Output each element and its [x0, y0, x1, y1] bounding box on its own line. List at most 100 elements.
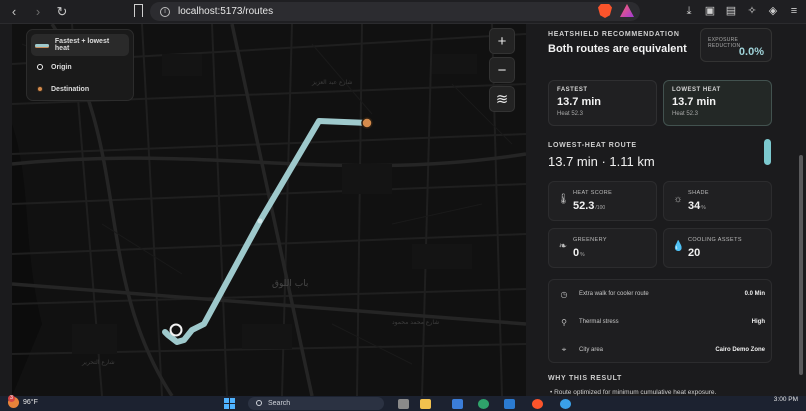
- origin-marker[interactable]: [169, 323, 183, 337]
- street-label: شارع عبد العزيز: [311, 79, 352, 86]
- search-icon: [256, 400, 262, 406]
- forward-icon[interactable]: ›: [28, 2, 48, 22]
- lowest-heat-route-card[interactable]: LOWEST HEAT 13.7 min Heat 52.3: [663, 80, 772, 126]
- notification-badge: 3: [8, 395, 15, 402]
- shade-unit: %: [701, 205, 706, 211]
- destination-swatch: [37, 86, 43, 92]
- scrollbar-thumb[interactable]: [799, 155, 803, 375]
- clock-icon: ◷: [560, 289, 568, 299]
- store-icon[interactable]: [452, 399, 463, 409]
- greenery-value-wrap: 0%: [573, 247, 585, 259]
- fastest-title: FASTEST: [557, 87, 588, 93]
- temperature: 96°F: [23, 399, 38, 406]
- fastest-minutes: 13.7 min: [557, 96, 602, 108]
- info-label: City area: [579, 347, 604, 353]
- legend-origin-label: Origin: [51, 63, 72, 71]
- browser-toolbar: ‹ › ↻ i localhost:5173/routes ⤓ ▣ ▤ ✧ ◈ …: [0, 0, 806, 24]
- heat-score-value-wrap: 52.3/100: [573, 200, 605, 212]
- site-info-icon[interactable]: i: [160, 6, 170, 17]
- address-bar[interactable]: i localhost:5173/routes: [150, 2, 640, 21]
- leaf-icon: ❧: [558, 241, 568, 252]
- why-text: • Route optimized for minimum cumulative…: [550, 389, 717, 396]
- info-value: High: [751, 319, 765, 325]
- fastest-route-card[interactable]: FASTEST 13.7 min Heat 52.3: [548, 80, 657, 126]
- street-label: شارع محمد محمود: [392, 319, 439, 326]
- menu-icon[interactable]: ≡: [788, 4, 800, 18]
- bookmark-icon[interactable]: [134, 4, 143, 17]
- telegram-icon[interactable]: [560, 399, 571, 409]
- taskbar-search[interactable]: Search: [248, 397, 384, 410]
- info-row-extra-walk: ◷ Extra walk for cooler route 0.0 Min: [549, 280, 773, 308]
- cooling-value: 20: [688, 247, 701, 259]
- zoom-out-icon[interactable]: −: [489, 57, 515, 83]
- lowest-heat: Heat 52.3: [672, 111, 699, 117]
- lowest-heat-summary: 13.7 min · 1.11 km: [548, 154, 655, 169]
- weather-widget[interactable]: 3 96°F: [8, 395, 38, 408]
- cooling-label: COOLING ASSETS: [688, 237, 742, 243]
- why-label: WHY THIS RESULT: [548, 375, 623, 382]
- leo-icon[interactable]: ✧: [746, 4, 758, 18]
- info-label: Thermal stress: [579, 319, 619, 325]
- street-label: باب اللوق: [272, 279, 308, 289]
- lowest-minutes: 13.7 min: [672, 96, 717, 108]
- greenery-label: GREENERY: [573, 237, 607, 243]
- clock-time: 3:00 PM: [773, 396, 798, 403]
- pin-icon: ⌖: [561, 345, 567, 354]
- brave-icon[interactable]: [532, 399, 543, 409]
- search-placeholder: Search: [268, 400, 291, 407]
- download-icon[interactable]: ⤓: [683, 4, 695, 18]
- brave-rewards-icon[interactable]: [620, 4, 634, 17]
- legend-destination: Destination: [31, 78, 129, 100]
- sidebar-icon[interactable]: ▣: [704, 4, 716, 18]
- brave-shield-icon[interactable]: [598, 4, 612, 18]
- route-accent-bar: [764, 139, 771, 165]
- street-label: شارع التحرير: [81, 359, 115, 366]
- legend-origin: Origin: [31, 56, 129, 78]
- lowest-heat-label: LOWEST-HEAT ROUTE: [548, 142, 637, 149]
- route-node: [257, 218, 263, 224]
- os-taskbar: 3 96°F Search 3:00 PM: [0, 395, 806, 411]
- exposure-value: 0.0%: [738, 46, 764, 58]
- cooling-assets-card: 💧 COOLING ASSETS 20: [663, 228, 772, 268]
- zoom-in-icon[interactable]: +: [489, 28, 515, 54]
- shade-value-wrap: 34%: [688, 200, 706, 212]
- recommendation-title: Both routes are equivalent: [548, 43, 687, 55]
- exposure-reduction-card: EXPOSURE REDUCTION 0.0%: [700, 28, 772, 62]
- vscode-icon[interactable]: [504, 399, 515, 409]
- legend-route-label: Fastest + lowest heat: [54, 38, 110, 52]
- heat-score-card: 🌡 HEAT SCORE 52.3/100: [548, 181, 657, 221]
- reload-icon[interactable]: ↻: [52, 2, 72, 22]
- legend-destination-label: Destination: [51, 85, 90, 93]
- heat-score-label: HEAT SCORE: [573, 190, 613, 196]
- vpn-icon[interactable]: ◈: [767, 4, 779, 18]
- windows-start-icon[interactable]: [224, 398, 235, 409]
- lowest-title: LOWEST HEAT: [672, 87, 721, 93]
- recommendation-label: HEATSHIELD RECOMMENDATION: [548, 31, 680, 38]
- system-clock[interactable]: 3:00 PM: [774, 396, 798, 404]
- destination-marker[interactable]: [361, 117, 373, 129]
- edge-icon[interactable]: [478, 399, 489, 409]
- wallet-icon[interactable]: ▤: [725, 4, 737, 18]
- back-icon[interactable]: ‹: [4, 2, 24, 22]
- origin-swatch: [37, 64, 43, 70]
- info-value: 0.0 Min: [744, 291, 765, 297]
- greenery-card: ❧ GREENERY 0%: [548, 228, 657, 268]
- sun-icon: ☼: [673, 194, 683, 205]
- info-value: Cairo Demo Zone: [715, 347, 765, 353]
- info-row-city-area: ⌖ City area Cairo Demo Zone: [549, 336, 773, 364]
- heat-score-unit: /100: [595, 205, 606, 211]
- fastest-heat: Heat 52.3: [557, 111, 584, 117]
- info-row-thermal-stress: ⚲ Thermal stress High: [549, 308, 773, 336]
- url-text: localhost:5173/routes: [178, 6, 274, 17]
- greenery-value: 0: [573, 247, 580, 259]
- legend-route: Fastest + lowest heat: [31, 34, 129, 56]
- map-view[interactable]: شارع عبد العزيز باب اللوق شارع التحرير ش…: [12, 24, 526, 396]
- footsteps-icon: ⚲: [561, 317, 567, 327]
- info-label: Extra walk for cooler route: [579, 291, 649, 297]
- cooling-value-wrap: 20: [688, 247, 701, 259]
- map-legend: Fastest + lowest heat Origin Destination: [26, 29, 134, 101]
- task-view-icon[interactable]: [398, 399, 409, 409]
- layers-icon[interactable]: ≋: [489, 86, 515, 112]
- file-explorer-icon[interactable]: [420, 399, 431, 409]
- shade-card: ☼ SHADE 34%: [663, 181, 772, 221]
